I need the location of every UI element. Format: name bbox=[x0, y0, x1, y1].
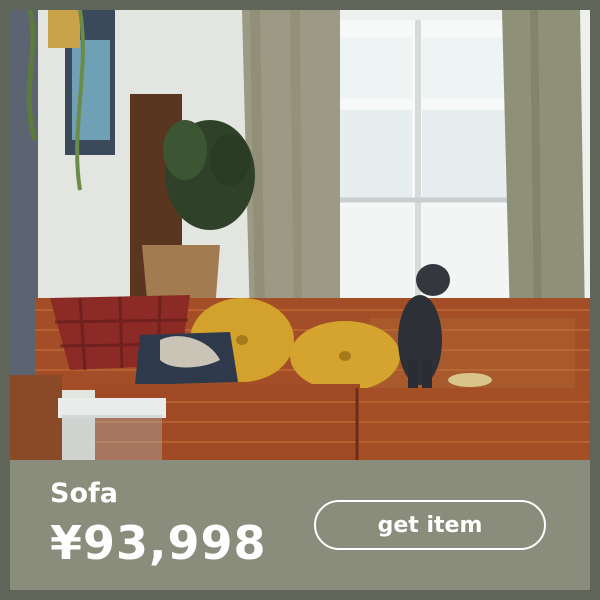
product-card: Sofa ¥93,998 get item bbox=[0, 0, 600, 600]
product-info-panel: Sofa ¥93,998 get item bbox=[10, 460, 590, 590]
product-name: Sofa bbox=[50, 478, 118, 509]
product-price: ¥93,998 bbox=[50, 516, 267, 570]
product-photo bbox=[10, 10, 590, 460]
get-item-button[interactable]: get item bbox=[314, 500, 546, 550]
